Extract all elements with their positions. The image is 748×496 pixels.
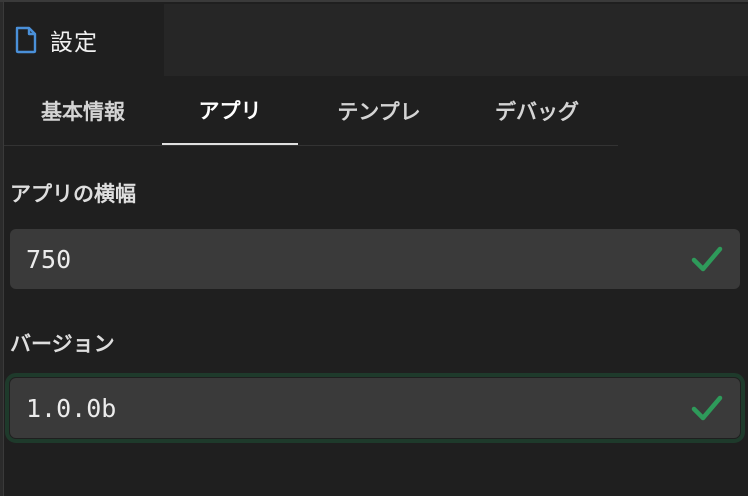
tab-basic-info[interactable]: 基本情報: [10, 76, 156, 145]
check-icon: [690, 242, 724, 276]
tab-template[interactable]: テンプレ: [304, 76, 454, 145]
editor-tab-title: 設定: [50, 30, 98, 56]
version-label: バージョン: [10, 332, 115, 356]
settings-tabs: 基本情報 アプリ テンプレ デバッグ: [4, 76, 618, 146]
app-width-field: [10, 229, 740, 289]
settings-window: 設定 基本情報 アプリ テンプレ デバッグ アプリの横幅 バージョン: [0, 0, 748, 496]
check-icon: [690, 391, 724, 425]
app-width-input[interactable]: [10, 229, 690, 289]
editor-tab-settings[interactable]: 設定: [4, 4, 164, 76]
editor-tab-bar: 設定: [4, 4, 748, 76]
version-field: [5, 373, 745, 443]
version-input[interactable]: [10, 378, 690, 438]
tab-debug[interactable]: デバッグ: [462, 76, 612, 145]
file-icon: [14, 26, 38, 54]
tab-app[interactable]: アプリ: [162, 76, 298, 145]
app-width-label: アプリの横幅: [10, 182, 136, 206]
